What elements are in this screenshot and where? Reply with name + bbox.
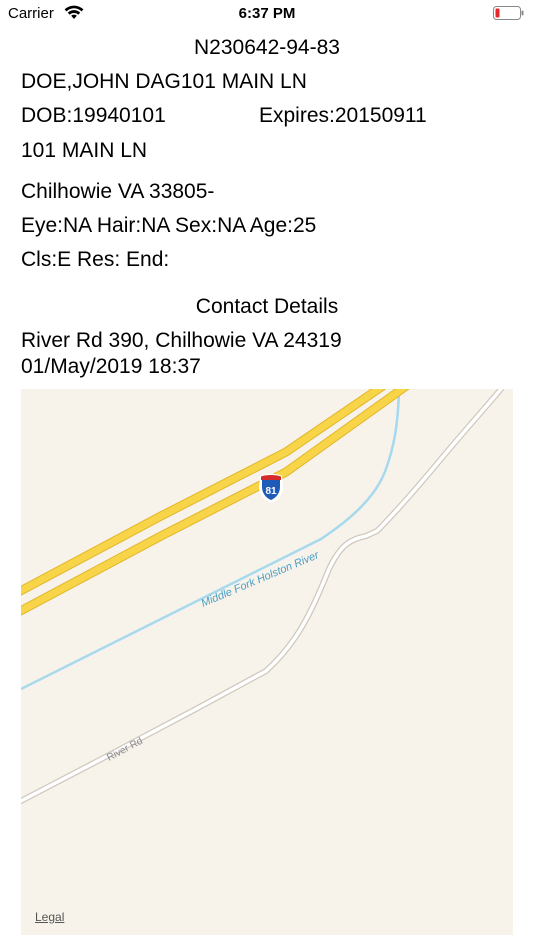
name-line: DOE,JOHN DAG101 MAIN LN	[21, 70, 307, 93]
river-rd-road	[21, 389, 504, 804]
class-line: Cls:E Res: End:	[21, 248, 170, 271]
contact-address: River Rd 390, Chilhowie VA 24319	[21, 329, 342, 352]
road-label: River Rd	[105, 736, 145, 764]
physical-attributes: Eye:NA Hair:NA Sex:NA Age:25	[21, 214, 317, 237]
interstate-number: 81	[265, 486, 277, 497]
battery-icon	[493, 6, 524, 20]
legal-link[interactable]: Legal	[35, 910, 64, 924]
status-bar: Carrier 6:37 PM	[0, 0, 534, 28]
status-time: 6:37 PM	[238, 5, 296, 22]
license-number: N230642-94-83	[194, 36, 340, 59]
map-view[interactable]: 81 Middle Fork Holston River River Rd Le…	[21, 389, 513, 935]
river-label: Middle Fork Holston River	[199, 549, 321, 610]
expires-field: Expires:20150911	[259, 104, 427, 127]
interstate-shield-icon: 81	[259, 473, 283, 503]
contact-timestamp: 01/May/2019 18:37	[21, 355, 201, 378]
city-line: Chilhowie VA 33805-	[21, 180, 215, 203]
contact-details-heading: Contact Details	[195, 295, 339, 318]
address-line: 101 MAIN LN	[21, 139, 148, 162]
dob-field: DOB:19940101	[21, 104, 166, 127]
